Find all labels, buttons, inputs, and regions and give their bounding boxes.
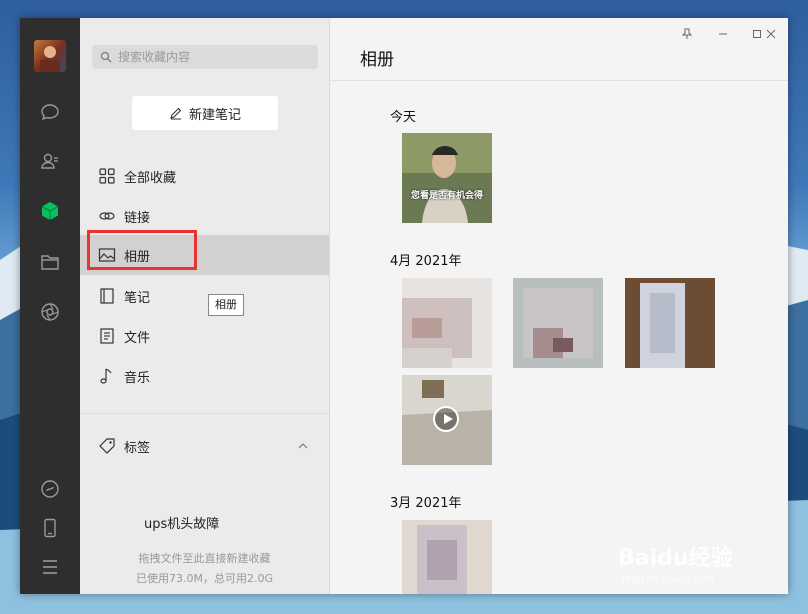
miniprogram-icon[interactable] xyxy=(40,479,60,499)
video-thumbnail[interactable] xyxy=(402,375,492,465)
storage-hint: 已使用73.0M，总可用2.0G xyxy=(136,572,273,585)
nav-item-label: 链接 xyxy=(124,210,151,226)
drag-hint: 拖拽文件至此直接新建收藏 xyxy=(138,552,271,565)
nav-item-files[interactable]: 文件 xyxy=(80,316,329,356)
highlight-annotation xyxy=(87,230,197,270)
watermark-url: jingyan.baidu.com xyxy=(622,574,715,585)
avatar[interactable] xyxy=(34,40,66,72)
photo-thumbnail[interactable] xyxy=(402,278,492,368)
panel-header: 相册 xyxy=(330,18,788,81)
photo-thumbnail[interactable] xyxy=(402,520,492,594)
tag-item[interactable]: ups机头故障 xyxy=(144,513,219,532)
tags-label: 标签 xyxy=(124,440,151,456)
new-note-button[interactable]: 新建笔记 xyxy=(132,96,278,130)
chat-icon[interactable] xyxy=(40,102,60,122)
new-note-label: 新建笔记 xyxy=(188,107,241,123)
section-today: 今天 xyxy=(390,110,417,125)
pencil-icon xyxy=(170,107,182,120)
thumbnail-caption: 您看是否有机会得 xyxy=(410,191,483,201)
minimize-icon[interactable] xyxy=(716,26,730,40)
link-icon xyxy=(99,212,115,220)
music-icon xyxy=(100,368,112,384)
album-panel: 相册 今天 您看是否有机会得 4月 2021年 3月 2021年 xyxy=(330,18,788,594)
wechat-window: 新建笔记 全部收藏 链接 相册 笔记 文件 音乐 相册 xyxy=(20,18,788,594)
search-input[interactable] xyxy=(116,49,310,65)
maximize-icon[interactable] xyxy=(750,26,764,40)
watermark-logo: Baidu经验 xyxy=(618,546,733,571)
play-icon[interactable] xyxy=(433,406,459,432)
contacts-icon[interactable] xyxy=(40,151,60,171)
favorites-icon[interactable] xyxy=(40,201,60,221)
chevron-up-icon[interactable] xyxy=(297,440,309,452)
nav-item-label: 音乐 xyxy=(124,370,151,386)
nav-item-label: 笔记 xyxy=(124,290,151,306)
nav-item-music[interactable]: 音乐 xyxy=(80,356,329,396)
section-march-2021: 3月 2021年 xyxy=(390,496,462,511)
nav-item-label: 文件 xyxy=(124,330,151,346)
photo-thumbnail[interactable] xyxy=(513,278,603,368)
notebook-icon xyxy=(100,288,114,304)
file-icon xyxy=(100,328,114,344)
divider xyxy=(80,413,329,414)
phone-icon[interactable] xyxy=(40,518,60,538)
photo-thumbnail[interactable] xyxy=(625,278,715,368)
tags-header[interactable]: 标签 xyxy=(80,430,329,462)
nav-item-all[interactable]: 全部收藏 xyxy=(80,156,329,196)
favorites-sidebar: 新建笔记 全部收藏 链接 相册 笔记 文件 音乐 相册 xyxy=(80,18,330,594)
close-button[interactable] xyxy=(764,26,778,40)
icon-rail xyxy=(20,18,80,594)
nav-item-notes[interactable]: 笔记 xyxy=(80,276,329,316)
photo-thumbnail[interactable]: 您看是否有机会得 xyxy=(402,133,492,223)
menu-icon[interactable] xyxy=(40,557,60,577)
search-icon xyxy=(100,51,112,63)
tag-icon xyxy=(99,438,115,454)
page-title: 相册 xyxy=(360,50,394,70)
section-april-2021: 4月 2021年 xyxy=(390,254,462,269)
moments-icon[interactable] xyxy=(40,302,60,322)
folder-icon[interactable] xyxy=(40,252,60,272)
pin-icon[interactable] xyxy=(680,26,694,40)
tooltip: 相册 xyxy=(208,294,244,316)
nav-item-label: 全部收藏 xyxy=(124,170,177,186)
search-box[interactable] xyxy=(92,45,318,69)
grid-icon xyxy=(99,168,115,184)
